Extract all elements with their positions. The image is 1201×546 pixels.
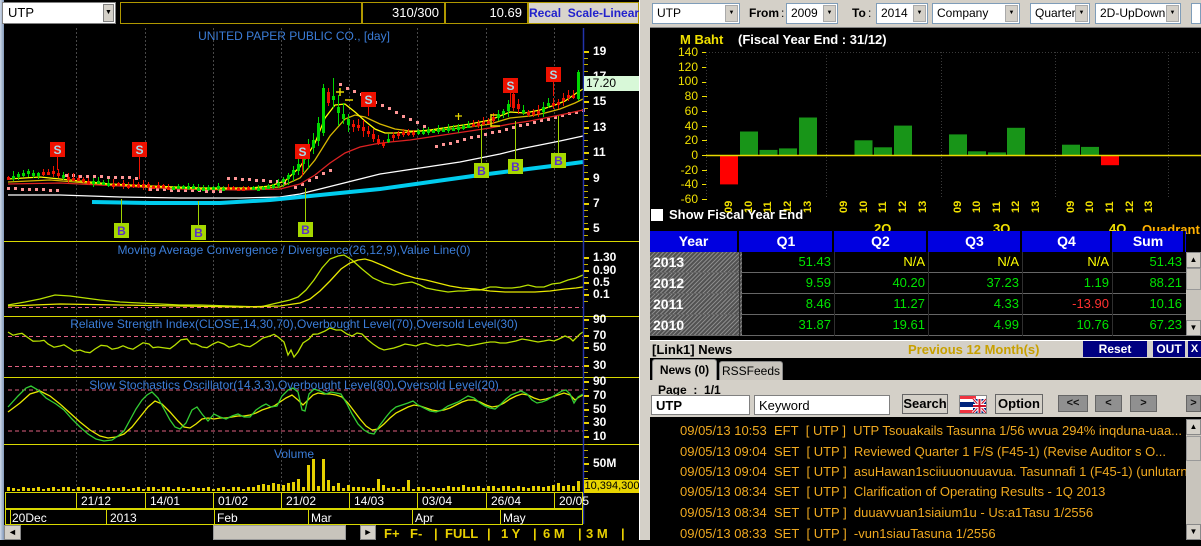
svg-text:S: S (53, 143, 61, 157)
svg-text:S: S (506, 79, 514, 93)
svg-text:B: B (477, 164, 486, 178)
svg-text:S: S (298, 145, 306, 159)
svg-text:B: B (554, 154, 563, 168)
svg-text:B: B (117, 224, 126, 238)
svg-text:S: S (364, 93, 372, 107)
svg-text:S: S (135, 143, 143, 157)
svg-text:B: B (194, 226, 203, 240)
svg-text:B: B (301, 223, 310, 237)
svg-text:B: B (511, 160, 520, 174)
svg-text:S: S (549, 68, 557, 82)
